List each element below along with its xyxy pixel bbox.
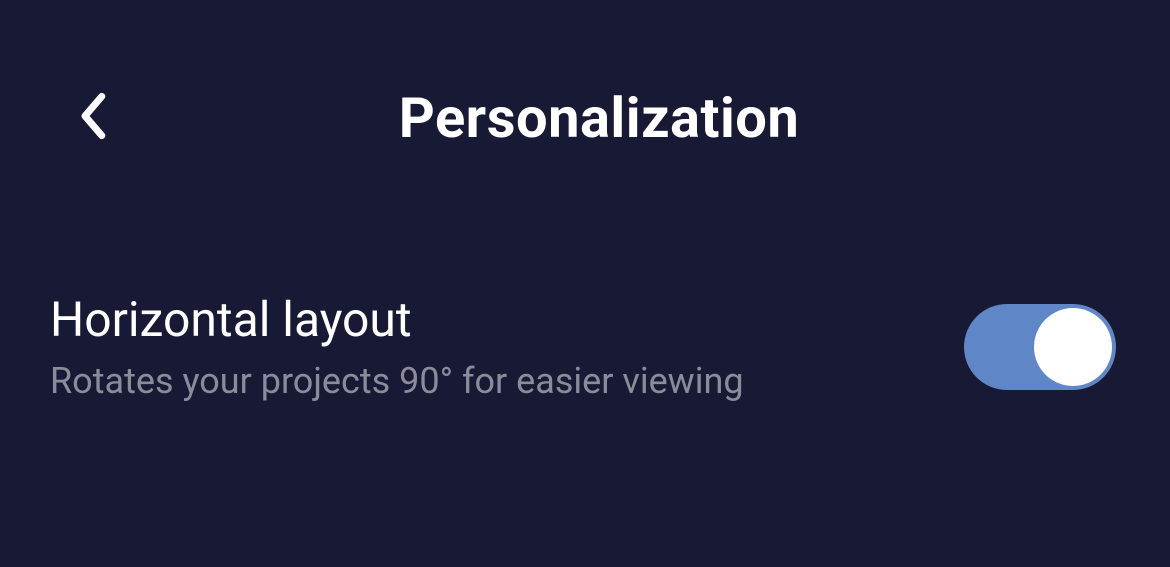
chevron-left-icon xyxy=(78,92,106,140)
setting-description: Rotates your projects 90° for easier vie… xyxy=(50,360,964,402)
page-title: Personalization xyxy=(78,85,1120,151)
toggle-knob xyxy=(1034,308,1112,386)
setting-horizontal-layout: Horizontal layout Rotates your projects … xyxy=(50,291,1120,402)
settings-list: Horizontal layout Rotates your projects … xyxy=(0,291,1170,402)
setting-text-block: Horizontal layout Rotates your projects … xyxy=(50,291,964,402)
setting-title: Horizontal layout xyxy=(50,291,964,348)
page-header: Personalization xyxy=(0,0,1170,151)
horizontal-layout-toggle[interactable] xyxy=(964,304,1116,390)
back-button[interactable] xyxy=(78,92,106,140)
